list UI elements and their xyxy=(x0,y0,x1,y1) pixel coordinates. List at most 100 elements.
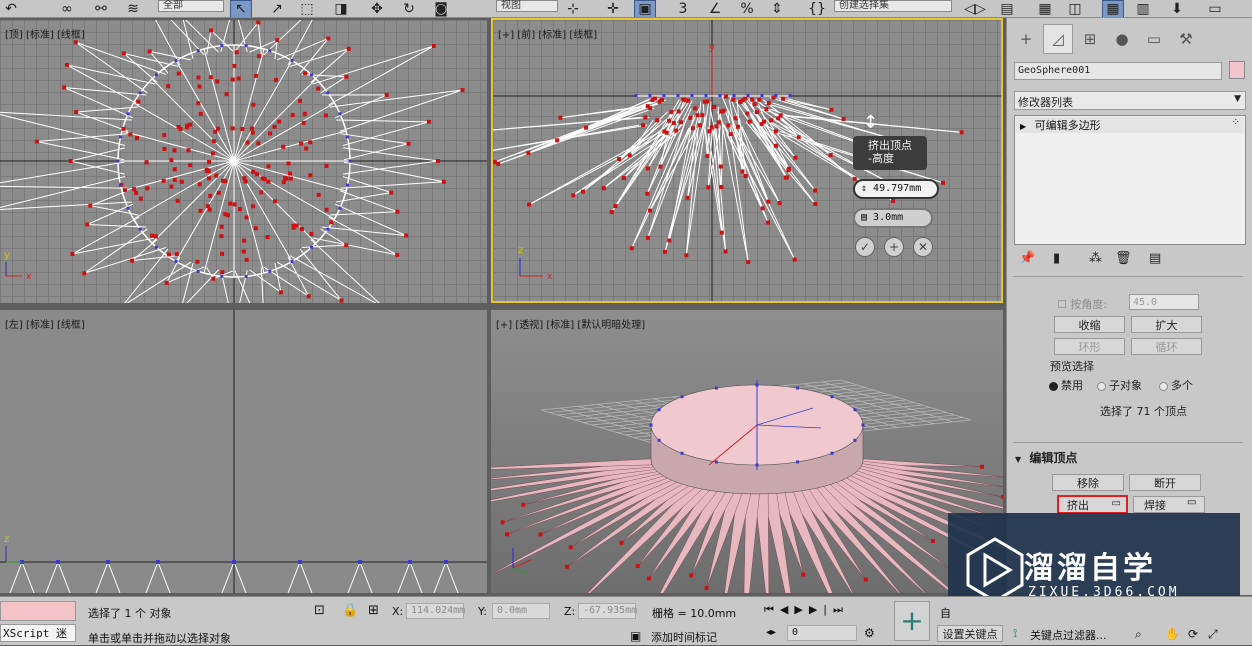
ring-button[interactable]: 环形 xyxy=(1054,338,1125,355)
preview-multi-radio[interactable]: 多个 xyxy=(1159,377,1193,393)
object-name-field[interactable]: GeoSphere001 xyxy=(1014,62,1222,80)
align-icon[interactable]: ▤ xyxy=(996,0,1018,18)
nav-pan-icon[interactable]: ✋ xyxy=(1165,627,1180,641)
set-key-big-button[interactable]: + xyxy=(894,601,930,641)
grow-button[interactable]: 扩大 xyxy=(1131,316,1202,333)
object-color-swatch[interactable] xyxy=(1229,61,1245,79)
display-tab-icon[interactable]: ▭ xyxy=(1139,24,1169,54)
isolate-selection-icon[interactable]: ⊡ xyxy=(314,603,325,618)
link-icon[interactable]: ∞ xyxy=(56,0,78,18)
time-tag-icon[interactable]: ▣ xyxy=(630,629,641,643)
window-crossing-icon[interactable]: ◨ xyxy=(330,0,352,18)
z-coord-field[interactable]: -67.935mm xyxy=(578,603,636,619)
resize-cursor-icon: ↕ xyxy=(863,112,878,133)
viewport-front-label[interactable]: [+] [前] [标准] [线框] xyxy=(498,26,597,41)
absolute-mode-icon[interactable]: ⊞ xyxy=(368,603,379,618)
keyboard-shortcut-toggle-icon[interactable]: ▣ xyxy=(634,0,656,18)
motion-tab-icon[interactable]: ● xyxy=(1107,24,1137,54)
configure-sets-icon[interactable]: ▤ xyxy=(1149,251,1161,266)
preview-off-radio[interactable]: 禁用 xyxy=(1049,377,1083,393)
mirror-icon[interactable]: ◁▷ xyxy=(964,0,986,18)
selection-filter-dropdown[interactable]: 全部 xyxy=(158,0,224,12)
select-by-name-icon[interactable]: ↗ xyxy=(266,0,288,18)
stack-item-options-icon[interactable]: ⁘ xyxy=(1232,117,1240,128)
auto-key-button[interactable]: 自 xyxy=(940,605,951,621)
add-time-tag-label[interactable]: 添加时间标记 xyxy=(651,629,717,645)
make-unique-icon[interactable]: ⁂ xyxy=(1089,251,1102,266)
named-selection-dropdown[interactable]: 创建选择集 xyxy=(834,0,952,12)
nav-orbit-icon[interactable]: ⟳ xyxy=(1188,627,1198,641)
rollout-divider xyxy=(1013,442,1243,443)
settings-box-icon[interactable]: ▭ xyxy=(1112,498,1121,509)
rendered-frame-icon[interactable]: ▭ xyxy=(1204,0,1226,18)
snaps-toggle-icon[interactable]: 3 xyxy=(672,0,694,18)
create-tab-icon[interactable]: + xyxy=(1011,24,1041,54)
maxscript-mini-listener[interactable]: XScript 迷 xyxy=(0,624,76,642)
show-end-result-icon[interactable]: ▮ xyxy=(1053,251,1060,266)
y-coord-field[interactable]: 0.0mm xyxy=(492,603,550,619)
angle-snap-icon[interactable]: ∠ xyxy=(704,0,726,18)
shrink-button[interactable]: 收缩 xyxy=(1054,316,1125,333)
remove-modifier-icon[interactable]: 🗑 xyxy=(1115,251,1132,266)
expand-arrow-icon[interactable]: ▶ xyxy=(1020,122,1026,131)
caddy-apply-button[interactable]: + xyxy=(884,237,904,257)
weld-settings-icon[interactable]: ▭ xyxy=(1187,497,1196,508)
set-key-button[interactable]: 设置关键点 xyxy=(937,625,1003,642)
extrude-width-field[interactable]: ▤ 3.0mm xyxy=(853,208,933,228)
select-object-icon[interactable]: ↖ xyxy=(230,0,252,18)
render-setup-icon[interactable]: ⬇ xyxy=(1166,0,1188,18)
viewport-top-label[interactable]: [顶] [标准] [线框] xyxy=(5,26,85,41)
scene-explorer-icon[interactable]: ◫ xyxy=(1064,0,1086,18)
key-filters-button[interactable]: 关键点过滤器... xyxy=(1030,627,1107,643)
remove-button[interactable]: 移除 xyxy=(1052,474,1124,491)
curve-editor-icon[interactable]: ▥ xyxy=(1132,0,1154,18)
caddy-ok-button[interactable]: ✓ xyxy=(855,237,875,257)
maximize-viewport-icon[interactable]: ⤢ xyxy=(1208,627,1218,642)
spinner-snap-icon[interactable]: ⇕ xyxy=(766,0,788,18)
move-icon[interactable]: ✥ xyxy=(366,0,388,18)
by-angle-checkbox[interactable]: ☐ 按角度: xyxy=(1057,296,1107,312)
stack-item[interactable]: ▶ 可编辑多边形 ⁘ xyxy=(1016,117,1244,133)
modify-tab-icon[interactable]: ◿ xyxy=(1043,24,1073,54)
select-manipulate-icon[interactable]: ✛ xyxy=(602,0,624,18)
edit-named-selection-icon[interactable]: {} xyxy=(806,0,828,18)
playback-controls[interactable]: ⏮◀▶▶|⏭ xyxy=(764,603,849,617)
pivot-center-icon[interactable]: ⊹ xyxy=(562,0,584,18)
edit-vertices-rollout-header[interactable]: ▼ 编辑顶点 xyxy=(1015,449,1241,467)
scale-icon[interactable]: ◙ xyxy=(430,0,452,18)
reference-coord-dropdown[interactable]: 视图 xyxy=(496,0,558,12)
x-coord-field[interactable]: 114.024mm xyxy=(406,603,464,619)
viewport-left[interactable]: z [左] [标准] [线框] xyxy=(0,310,487,593)
layer-manager-icon[interactable]: ▦ xyxy=(1034,0,1056,18)
extrude-height-field[interactable]: ⇕ 49.797mm xyxy=(853,179,939,199)
selection-lock-icon[interactable]: 🔒 xyxy=(342,603,358,618)
time-config-icon[interactable]: ⚙ xyxy=(864,626,875,640)
bind-space-warp-icon[interactable]: ≋ xyxy=(122,0,144,18)
viewport-left-label[interactable]: [左] [标准] [线框] xyxy=(5,316,85,331)
x-icon: ✕ xyxy=(918,240,928,254)
extrude-button[interactable]: 挤出 ▭ xyxy=(1057,495,1128,514)
preview-subobject-radio[interactable]: 子对象 xyxy=(1097,377,1142,393)
nav-zoom-icon[interactable]: ⌕ xyxy=(1135,627,1142,642)
modifier-list-dropdown[interactable]: 修改器列表 ▼ xyxy=(1014,91,1246,110)
rotate-icon[interactable]: ↻ xyxy=(398,0,420,18)
rect-selection-icon[interactable]: ⬚ xyxy=(296,0,318,18)
loop-button[interactable]: 循环 xyxy=(1131,338,1202,355)
current-frame-field[interactable]: 0 xyxy=(787,625,857,641)
undo-icon[interactable]: ↶ xyxy=(0,0,22,18)
extrude-label: 挤出 xyxy=(1067,499,1089,512)
percent-snap-icon[interactable]: % xyxy=(736,0,758,18)
unlink-icon[interactable]: ⚯ xyxy=(90,0,112,18)
utilities-tab-icon[interactable]: ⚒ xyxy=(1171,24,1201,54)
key-mode-icon[interactable]: ◂▸ xyxy=(766,627,776,638)
angle-spinner[interactable]: 45.0 xyxy=(1129,294,1199,310)
viewport-perspective[interactable]: [+] [透视] [标准] [默认明暗处理] xyxy=(491,310,1003,593)
pin-stack-icon[interactable]: 📌 xyxy=(1019,251,1035,266)
break-button[interactable]: 断开 xyxy=(1129,474,1201,491)
maxscript-listener-pink[interactable] xyxy=(0,601,76,621)
viewport-perspective-label[interactable]: [+] [透视] [标准] [默认明暗处理] xyxy=(496,316,645,331)
viewport-top[interactable]: y x [顶] [标准] [线框] xyxy=(0,20,487,303)
hierarchy-tab-icon[interactable]: ⊞ xyxy=(1075,24,1105,54)
caddy-cancel-button[interactable]: ✕ xyxy=(913,237,933,257)
graphite-toggle-icon[interactable]: ▦ xyxy=(1102,0,1124,18)
